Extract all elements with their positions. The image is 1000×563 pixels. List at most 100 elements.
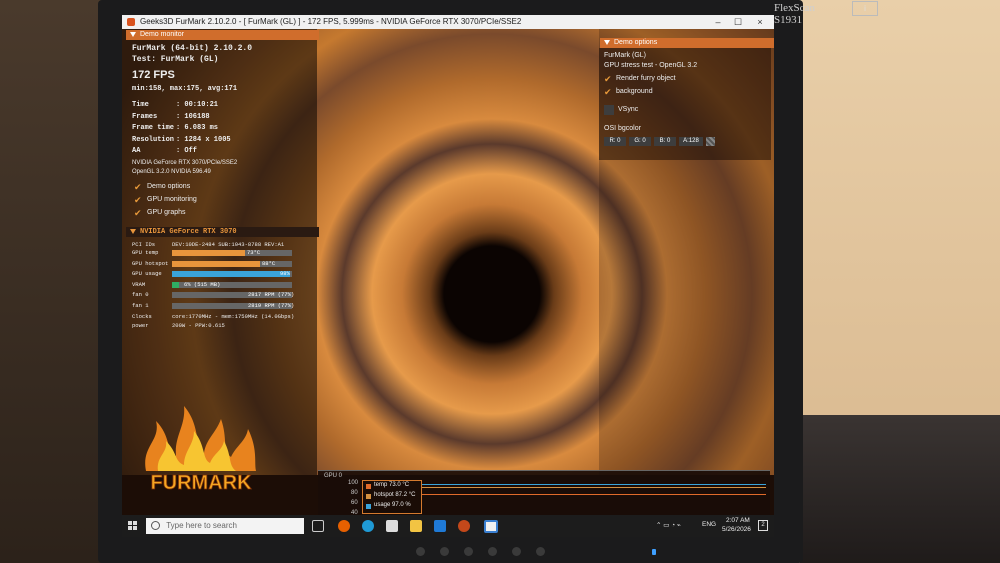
option-label: GPU monitoring [147,196,197,203]
graph-tick: 60 [351,500,358,506]
clock-time[interactable]: 2:07 AM [726,517,750,524]
stats-labels: Time Frames Frame time Resolution AA [132,100,174,158]
gpu-graph: GPU 0 100 80 60 40 temp 73.0 °C hotspot … [318,470,770,519]
option-label: VSync [618,106,639,113]
checkbox-gpu-monitoring[interactable]: ✔ [134,196,143,205]
legend-item: usage 97.0 % [374,502,411,508]
checkbox-gpu-graphs[interactable]: ✔ [134,209,143,218]
monitor-button[interactable] [512,547,521,556]
furmark-app-icon [127,18,135,26]
gpu-metric-bar-fill [172,250,245,256]
graph-legend: temp 73.0 °C hotspot 87.2 °C usage 97.0 … [362,480,422,514]
stat-label: AA [132,147,141,155]
app-version: FurMark (64-bit) 2.10.2.0 [132,44,253,53]
store-icon[interactable] [386,520,398,532]
option-label: Render furry object [616,75,676,82]
checkbox-vsync[interactable] [604,105,614,115]
bgcolor-g-field[interactable]: G: 0 [629,137,651,146]
window-title: Geeks3D FurMark 2.10.2.0 - [ FurMark (GL… [140,17,522,26]
option-label: GPU graphs [147,209,186,216]
gpu-panel-header[interactable]: NVIDIA GeForce RTX 3070 [126,227,319,237]
legend-item: temp 73.0 °C [374,482,410,488]
gpu-metric-bar-fill [172,260,260,267]
system-tray-icons[interactable]: ⌃ ▭ ◔ ⌁ [656,521,681,529]
checkbox-render-furry-object[interactable]: ✔ [604,75,613,84]
graph-gpu-label: GPU 0 [324,473,343,479]
stat-value: : 6.083 ms [176,124,219,132]
gpu-metric-label: GPU hotspot [132,259,169,267]
stat-label: Frame time [132,124,175,132]
monitor-badge: i [852,1,878,16]
gpu-metric-bar-fill [172,281,179,288]
gpu-metric-label: VRAM [132,280,146,288]
minimize-button[interactable]: – [710,15,726,29]
power-led [652,549,656,555]
file-explorer-icon[interactable] [410,520,422,532]
renderer-string: NVIDIA GeForce RTX 3070/PCIe/SSE2 [132,160,238,166]
stat-label: Frames [132,112,158,121]
monitor-button[interactable] [440,547,449,556]
color-preview-swatch[interactable] [706,137,715,146]
maximize-button[interactable]: ☐ [730,15,746,29]
gpu-metric-bar-fill [172,271,290,277]
monitor-button[interactable] [416,547,425,556]
monitor-button[interactable] [488,547,497,556]
monitor-button[interactable] [536,547,545,556]
pci-value: DEV:10DE-2484 SUB:1043-8788 REV:A1 [172,241,285,248]
graph-tick: 100 [348,480,359,486]
furmark-window-taskbar-icon[interactable] [484,520,498,533]
close-button[interactable]: × [752,15,768,29]
window-titlebar[interactable]: Geeks3D FurMark 2.10.2.0 - [ FurMark (GL… [122,15,774,29]
graph-tick: 80 [351,490,358,496]
option-label: background [616,88,653,95]
gpu-metric-value: 6% (515 MB) [184,280,221,288]
monitor-button[interactable] [464,547,473,556]
stat-value: : 106188 [176,112,210,121]
pci-label: PCI IDs [132,241,156,248]
taskbar-search-box[interactable]: Type here to search [146,518,304,534]
gpu-metric-value: 2817 RPM (77%) [248,291,295,298]
bgcolor-b-field[interactable]: B: 0 [654,137,676,146]
graph-usage-line [362,484,766,485]
dresser [800,415,1000,563]
gpu-metric-value: 2819 RPM (77%) [248,301,295,309]
demo-monitor-title: Demo monitor [140,31,184,38]
firefox-icon[interactable] [338,520,350,532]
demo-options-header[interactable]: Demo options [600,38,774,48]
edge-icon[interactable] [362,520,374,532]
gpu-metric-label: GPU usage [132,270,162,277]
checkbox-demo-options[interactable]: ✔ [134,183,143,192]
input-language[interactable]: ENG [702,521,716,528]
stat-value: : 00:10:21 [176,101,219,109]
mail-icon[interactable] [434,520,446,532]
stat-value: : 1284 x 1005 [176,135,231,144]
power-value: 200W - PPW:0.615 [172,322,225,329]
gpu-metric-value: 88°C [262,259,276,267]
bgcolor-r-field[interactable]: R: 0 [604,137,626,146]
legend-item: hotspot 87.2 °C [374,492,416,498]
checkbox-background[interactable]: ✔ [604,88,613,97]
task-view-icon[interactable] [312,520,324,532]
opengl-version: OpenGL 3.2.0 NVIDIA 596.49 [132,169,211,175]
furmark-taskbar-icon[interactable] [458,520,470,532]
furmark-logo-text: FURMARK [150,472,252,494]
gpu-name: NVIDIA GeForce RTX 3070 [140,228,237,236]
legend-swatch [366,484,371,489]
clocks-value: core:1770MHz - mem:1750MHz (14.0Gbps) [172,313,295,320]
screen: Geeks3D FurMark 2.10.2.0 - [ FurMark (GL… [122,15,774,537]
collapse-triangle-icon [130,228,136,234]
clock-date[interactable]: 5/26/2026 [722,526,751,533]
bgcolor-a-field[interactable]: A:128 [679,137,703,146]
windows-taskbar: Type here to search ⌃ ▭ ◔ ⌁ ENG 2:07 AM … [122,515,774,537]
stat-value: : Off [176,147,198,155]
windows-start-icon[interactable] [128,521,138,531]
notification-icon[interactable]: 2 [758,520,768,531]
demo-monitor-header[interactable]: Demo monitor [126,30,319,40]
collapse-triangle-icon [130,31,136,37]
stat-label: Time [132,101,149,109]
fps-stats: min:158, max:175, avg:171 [132,85,238,93]
gpu-metric-value: 73°C [247,249,261,256]
graph-temp-line [362,494,766,495]
clocks-label: Clocks [132,313,152,320]
stat-label: Resolution [132,135,175,144]
